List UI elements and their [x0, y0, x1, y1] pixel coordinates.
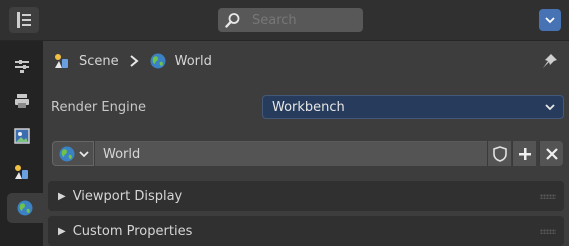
unlink-world-button[interactable] [539, 141, 563, 166]
close-icon [545, 147, 558, 160]
world-name-field[interactable]: World [95, 141, 487, 166]
header-bar [0, 0, 569, 41]
new-world-button[interactable] [512, 141, 536, 166]
render-engine-value: Workbench [272, 99, 345, 115]
tab-tool[interactable] [7, 51, 37, 81]
options-dropdown-button[interactable] [539, 9, 561, 31]
render-engine-label: Render Engine [51, 100, 146, 115]
world-datablock-selector: World [52, 141, 564, 166]
scene-icon [55, 54, 68, 68]
render-engine-select[interactable]: Workbench [262, 95, 564, 119]
editor-type-button[interactable] [9, 7, 39, 33]
breadcrumb-world: World [174, 53, 212, 69]
custom-properties-panel-header[interactable]: ▶ Custom Properties [48, 216, 564, 246]
chevron-down-icon [545, 104, 555, 111]
properties-editor-icon [17, 12, 31, 28]
search-input[interactable] [250, 11, 359, 29]
tab-scene[interactable] [7, 157, 37, 187]
chevron-right-icon [130, 55, 139, 67]
fake-user-button[interactable] [487, 141, 511, 166]
world-properties-panel: Scene World Render Engine Workbench Worl… [43, 41, 569, 246]
output-icon [14, 128, 30, 144]
drag-handle-icon[interactable] [540, 194, 556, 199]
world-icon [59, 146, 75, 161]
viewport-display-title: Viewport Display [72, 188, 183, 204]
tool-icon [15, 60, 29, 73]
expand-triangle-icon: ▶ [58, 190, 66, 202]
breadcrumb: Scene World [53, 48, 212, 74]
world-icon [17, 200, 33, 216]
drag-handle-icon[interactable] [540, 229, 556, 234]
scene-icon [15, 165, 28, 179]
pin-icon[interactable] [541, 52, 559, 70]
expand-triangle-icon: ▶ [58, 225, 66, 237]
chevron-down-icon [79, 150, 89, 157]
chevron-down-icon [545, 17, 555, 24]
shield-icon [492, 145, 507, 162]
plus-icon [518, 147, 531, 160]
tab-output[interactable] [7, 121, 37, 151]
world-icon [150, 53, 166, 69]
search-field[interactable] [218, 8, 363, 32]
properties-editor: Scene World Render Engine Workbench [0, 0, 569, 246]
tab-render[interactable] [7, 86, 37, 116]
browse-world-button[interactable] [52, 141, 94, 166]
properties-tab-strip [0, 41, 43, 246]
search-icon [220, 8, 246, 32]
custom-properties-title: Custom Properties [72, 223, 193, 239]
render-icon [15, 94, 29, 108]
viewport-display-panel-header[interactable]: ▶ Viewport Display [48, 181, 564, 211]
tab-world[interactable] [7, 193, 43, 223]
world-name-value: World [103, 146, 141, 162]
breadcrumb-scene: Scene [79, 53, 119, 69]
